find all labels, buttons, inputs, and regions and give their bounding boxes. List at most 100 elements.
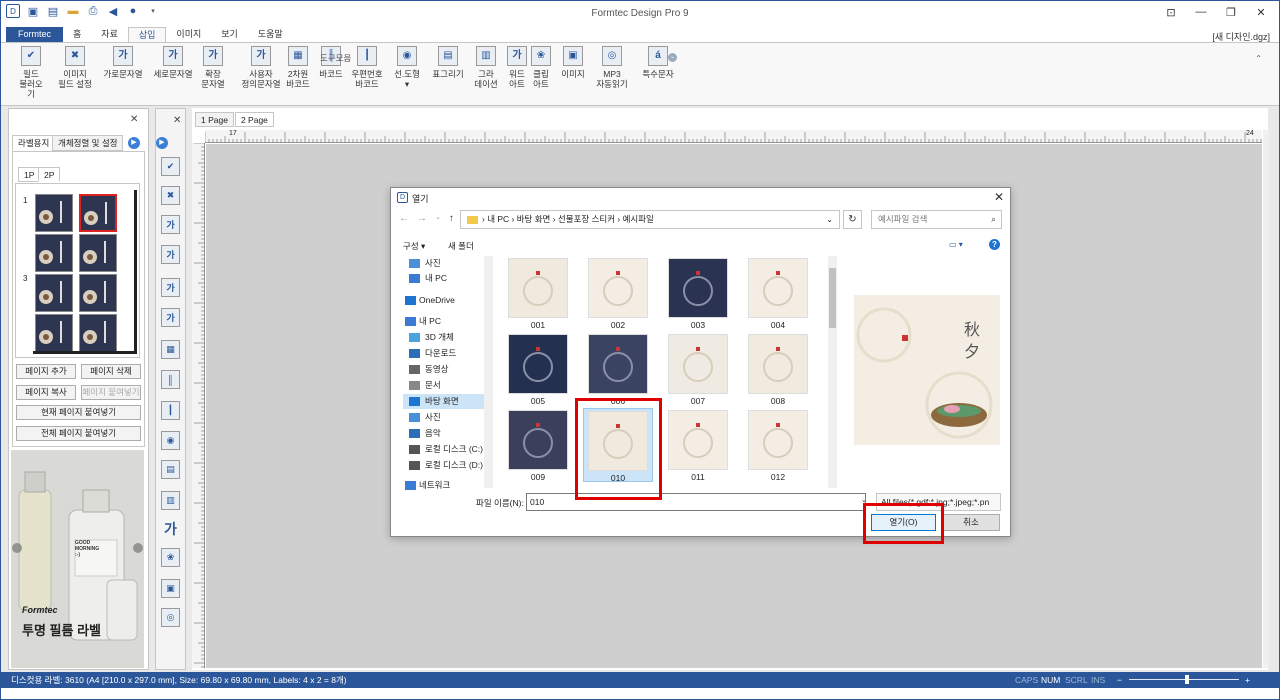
table-button[interactable]: ▤ 표그리기	[430, 46, 466, 79]
image-field-button[interactable]: ✖ 이미지 필드 설정	[56, 46, 94, 89]
postal-barcode-icon[interactable]: ┃	[161, 401, 180, 420]
refresh-icon[interactable]: ↻	[843, 210, 862, 229]
zoom-out-icon[interactable]: −	[1117, 672, 1122, 688]
restore-icon[interactable]: ❐	[1218, 3, 1244, 21]
field-load-button[interactable]: ✔ 필드 불러오기	[16, 46, 46, 99]
pictures-nav[interactable]: 사진	[403, 410, 493, 425]
recent-dropdown-icon[interactable]: ⌄	[435, 213, 441, 224]
gradient-button[interactable]: ▥ 그라 데이션	[472, 46, 500, 89]
custom-text-button[interactable]: 가 사용자 정의문자열	[240, 46, 282, 89]
file-item[interactable]: 003	[663, 256, 733, 330]
tab-view[interactable]: 보기	[211, 27, 248, 42]
tab-help[interactable]: 도움말	[248, 27, 293, 42]
paste-all-pages-button[interactable]: 전체 페이지 붙여넣기	[16, 426, 141, 441]
postal-barcode-button[interactable]: ┃ 우편번호 바코드	[350, 46, 384, 89]
qr-code-button[interactable]: ▦ 2차원 바코드	[284, 46, 312, 89]
3d-objects-nav[interactable]: 3D 개체	[403, 330, 493, 345]
image-button[interactable]: ▣ 이미지	[560, 46, 586, 79]
zoom-in-icon[interactable]: +	[1245, 672, 1250, 688]
organize-button[interactable]: 구성 ▾	[403, 240, 425, 252]
label-thumbnail[interactable]	[35, 314, 73, 352]
tab-home[interactable]: 홈	[63, 27, 91, 42]
zoom-slider[interactable]	[1129, 679, 1239, 680]
this-pc-nav[interactable]: 내 PC	[403, 271, 493, 286]
music-nav[interactable]: 음악	[403, 426, 493, 441]
gradient-icon[interactable]: ▥	[161, 491, 180, 510]
documents-nav[interactable]: 문서	[403, 378, 493, 393]
clip-art-button[interactable]: ❀ 클립 아트	[530, 46, 552, 89]
label-thumbnail[interactable]	[35, 194, 73, 232]
label-thumbnail[interactable]	[35, 274, 73, 312]
tab-2-page[interactable]: 2 Page	[234, 112, 274, 127]
address-bar[interactable]: › 내 PC › 바탕 화면 › 선물포장 스티커 › 예시파일 ⌄	[460, 210, 840, 229]
label-thumbnail[interactable]	[35, 234, 73, 272]
horizontal-text-button[interactable]: 가 가로문자열	[100, 46, 146, 79]
videos-nav[interactable]: 동영상	[403, 362, 493, 377]
file-item[interactable]: 005	[503, 332, 573, 406]
tab-label-paper[interactable]: 라벨용지	[12, 135, 56, 151]
tool-column-close-icon[interactable]: ✕	[173, 115, 181, 126]
tab-object-align[interactable]: 개체정렬 및 설정	[52, 135, 124, 151]
paste-page-button[interactable]: 페이지 붙여넣기	[81, 385, 141, 400]
file-item[interactable]: 006	[583, 332, 653, 406]
clip-art-icon[interactable]: ❀	[161, 548, 180, 567]
file-item[interactable]: 007	[663, 332, 733, 406]
mp3-button[interactable]: ◎ MP3 자동읽기	[596, 46, 628, 89]
forward-arrow-icon[interactable]: →	[417, 213, 427, 224]
up-arrow-icon[interactable]: ↑	[449, 213, 454, 224]
qr-code-icon[interactable]: ▦	[161, 340, 180, 359]
this-pc-nav[interactable]: 내 PC	[403, 314, 493, 329]
image-field-icon[interactable]: ✖	[161, 186, 180, 205]
view-options-icon[interactable]: ▭ ▾	[949, 240, 963, 249]
address-dropdown-icon[interactable]: ⌄	[826, 211, 833, 228]
downloads-nav[interactable]: 다운로드	[403, 346, 493, 361]
label-thumbnail[interactable]	[79, 314, 117, 352]
group-dialog-launcher-icon[interactable]: ⌄	[668, 53, 677, 62]
nav-scrollbar[interactable]	[484, 256, 493, 488]
word-art-icon[interactable]: 가	[161, 519, 180, 538]
grid-scrollbar[interactable]	[828, 256, 837, 488]
network-nav[interactable]: 네트워크	[403, 478, 493, 493]
tab-data[interactable]: 자료	[91, 27, 128, 42]
file-item[interactable]: 001	[503, 256, 573, 330]
panel-close-icon[interactable]: ✕	[130, 114, 138, 125]
file-item[interactable]: 011	[663, 408, 733, 482]
extended-text-icon[interactable]: 가	[161, 278, 180, 297]
minimize-icon[interactable]: —	[1188, 3, 1214, 21]
label-thumbnail[interactable]	[79, 234, 117, 272]
new-folder-button[interactable]: 새 폴더	[448, 240, 474, 252]
collapse-ribbon-icon[interactable]: ⌃	[1255, 54, 1262, 63]
shape-button[interactable]: ◉ 선.도형 ▾	[392, 46, 422, 89]
tab-insert[interactable]: 삽입	[127, 27, 167, 42]
back-arrow-icon[interactable]: ←	[399, 213, 409, 224]
horizontal-text-icon[interactable]: 가	[161, 215, 180, 234]
shape-icon[interactable]: ◉	[161, 431, 180, 450]
special-char-button[interactable]: á 특수문자	[642, 46, 674, 79]
zoom-thumb[interactable]	[1185, 675, 1189, 684]
tab-1-page[interactable]: 1 Page	[195, 112, 234, 127]
delete-page-button[interactable]: 페이지 삭제	[81, 364, 141, 379]
file-item[interactable]: 002	[583, 256, 653, 330]
tab-page-2[interactable]: 2P	[38, 167, 61, 182]
custom-text-icon[interactable]: 가	[161, 308, 180, 327]
copy-page-button[interactable]: 페이지 복사	[16, 385, 76, 400]
search-input[interactable]: 예시파일 검색 ⌕	[871, 210, 1002, 229]
desktop-nav[interactable]: 바탕 화면	[403, 394, 493, 409]
barcode-icon[interactable]: ║	[161, 370, 180, 389]
table-icon[interactable]: ▤	[161, 460, 180, 479]
file-item[interactable]: 009	[503, 408, 573, 482]
dialog-close-icon[interactable]: ✕	[994, 190, 1004, 204]
vertical-text-button[interactable]: 가 세로문자열	[150, 46, 196, 79]
ribbon-options-icon[interactable]: ⊡	[1158, 3, 1184, 21]
canvas-scrollbar[interactable]	[1263, 130, 1269, 668]
paste-current-page-button[interactable]: 현재 페이지 붙여넣기	[16, 405, 141, 420]
field-load-icon[interactable]: ✔	[161, 157, 180, 176]
word-art-button[interactable]: 가 워드 아트	[506, 46, 528, 89]
label-thumbnail[interactable]	[79, 274, 117, 312]
mp3-icon[interactable]: ◎	[161, 608, 180, 627]
tab-formtec[interactable]: Formtec	[6, 27, 64, 42]
image-icon[interactable]: ▣	[161, 579, 180, 598]
pictures-nav[interactable]: 사진	[403, 256, 493, 271]
page-thumbnail[interactable]	[15, 183, 140, 358]
extended-text-button[interactable]: 가 확장 문자열	[198, 46, 228, 89]
